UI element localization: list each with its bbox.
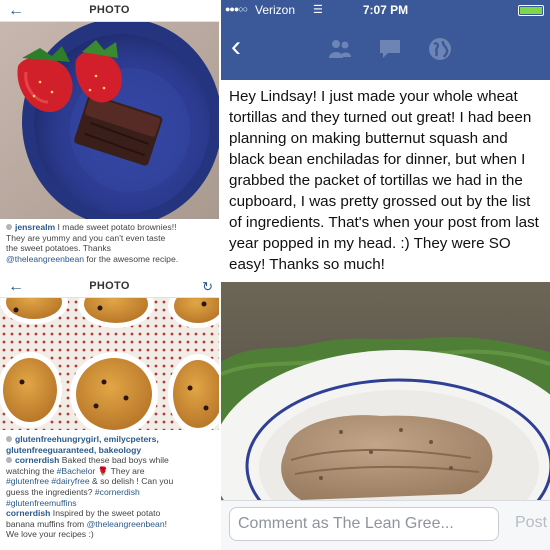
comment-text: ! <box>164 518 167 529</box>
tortilla-plate-image <box>221 282 550 500</box>
caption-text-line3: the sweet potatoes. Thanks <box>6 243 111 254</box>
messages-icon[interactable] <box>377 36 403 62</box>
caption-username[interactable]: jensrealm <box>15 222 55 232</box>
brownie-plate-image <box>0 22 219 219</box>
comment-text: 🌹 They are <box>95 465 145 476</box>
friends-icon[interactable] <box>327 36 353 62</box>
likes-line1[interactable]: glutenfreehungrygirl, emilycpeters, <box>15 434 159 444</box>
status-bar: ●●●○○ Verizon ☰ 7:07 PM <box>221 0 550 20</box>
hashtag-link[interactable]: #glutenfreemuffins <box>6 498 77 508</box>
muffin-tray-image <box>0 298 219 430</box>
instagram-post-brownies: ← PHOTO jensrealm I made sweet potato br… <box>0 0 219 272</box>
comment-text: & so delish ! Can you <box>89 476 174 487</box>
instagram-header-bar: ← PHOTO ↻ <box>0 276 219 298</box>
facebook-screen: ●●●○○ Verizon ☰ 7:07 PM ‹ Hey Lindsay! I… <box>221 0 550 550</box>
mention-link[interactable]: @theleangreenbean <box>87 519 165 529</box>
brownie-photo <box>0 22 219 219</box>
comment-input[interactable]: Comment as The Lean Gree... <box>229 507 499 541</box>
facebook-nav-bar: ‹ <box>221 20 550 80</box>
instagram-header-title: PHOTO <box>89 4 130 16</box>
panel-divider <box>219 0 221 550</box>
caption-text-line4: for the awesome recipe. <box>84 253 179 264</box>
globe-icon[interactable] <box>427 36 453 62</box>
hashtag-link[interactable]: #Bachelor <box>57 466 96 476</box>
instagram-post-muffins: ← PHOTO ↻ glutenfreehungrygirl, emilycpe… <box>0 276 219 550</box>
muffin-photo <box>0 298 219 430</box>
instagram-header-title: PHOTO <box>89 280 130 292</box>
refresh-icon[interactable]: ↻ <box>202 278 213 296</box>
comment-text: watching the <box>6 465 57 476</box>
comment-text: guess the ingredients? <box>6 486 95 497</box>
battery-level <box>520 7 542 14</box>
caption-mention[interactable]: @theleangreenbean <box>6 254 84 264</box>
comment-message-text: Hey Lindsay! I just made your whole whea… <box>229 88 539 273</box>
comment-text: banana muffins from <box>6 518 87 529</box>
comment-text: Inspired by the sweet potato <box>50 508 161 519</box>
hashtag-link[interactable]: #glutenfree <box>6 476 49 486</box>
chevron-left-icon[interactable]: ‹ <box>231 30 241 64</box>
hashtag-link[interactable]: #dairyfree <box>51 476 89 486</box>
comment-bubble-icon <box>6 457 12 464</box>
brownie-caption: jensrealm I made sweet potato brownies!!… <box>0 220 219 264</box>
heart-icon <box>6 436 12 442</box>
instagram-header-bar: ← PHOTO <box>0 0 219 22</box>
comment-username[interactable]: cornerdish <box>15 455 59 465</box>
caption-text-line2: They are yummy and you can't even taste <box>6 232 166 243</box>
status-time: 7:07 PM <box>362 3 409 17</box>
post-button[interactable]: Post <box>515 514 547 532</box>
comment-text: Baked these bad boys while <box>59 455 169 466</box>
comment-bubble-icon <box>6 224 12 230</box>
battery-icon <box>518 5 544 16</box>
comment-text: We love your recipes :) <box>6 529 94 540</box>
tortilla-photo <box>221 282 550 500</box>
muffin-likes: glutenfreehungrygirl, emilycpeters, glut… <box>0 432 219 540</box>
comment-username[interactable]: cornerdish <box>6 508 50 518</box>
caption-text-line1: I made sweet potato brownies!! <box>55 222 177 232</box>
comment-composer: Comment as The Lean Gree... Post <box>221 500 550 550</box>
hashtag-link[interactable]: #cornerdish <box>95 487 140 497</box>
panel-divider <box>0 272 219 276</box>
likes-line2[interactable]: glutenfreeguaranteed, bakeology <box>6 445 141 455</box>
